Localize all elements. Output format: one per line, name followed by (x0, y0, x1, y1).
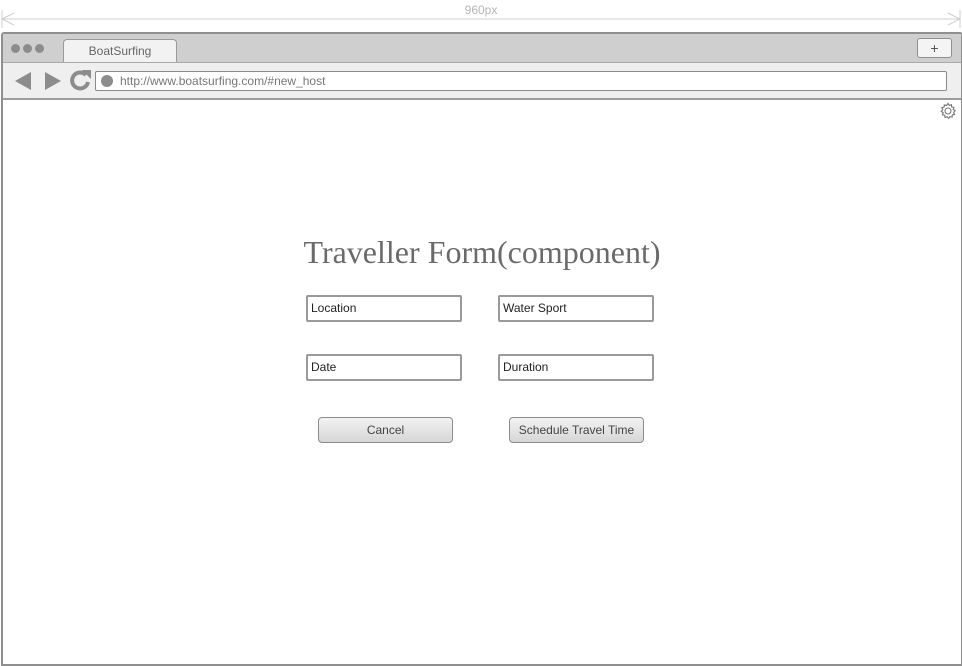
form-title: Traveller Form(component) (303, 234, 661, 270)
navigation-bar: http://www.boatsurfing.com/#new_host (3, 63, 961, 100)
browser-window: BoatSurfing + http://www.boatsurfing.com… (1, 32, 962, 666)
reload-icon[interactable] (69, 69, 93, 93)
window-minimize-dot[interactable] (23, 44, 32, 53)
schedule-travel-time-button[interactable]: Schedule Travel Time (509, 417, 644, 443)
forward-arrow-icon[interactable] (43, 71, 63, 91)
browser-tab[interactable]: BoatSurfing (63, 39, 177, 62)
browser-tab-title: BoatSurfing (88, 44, 152, 58)
location-field[interactable]: Location (306, 295, 462, 322)
window-maximize-dot[interactable] (35, 44, 44, 53)
window-close-dot[interactable] (11, 44, 20, 53)
back-arrow-icon[interactable] (13, 71, 33, 91)
dimension-label: 960px (464, 3, 498, 17)
date-field[interactable]: Date (306, 354, 462, 381)
gear-icon[interactable] (939, 102, 957, 120)
water-sport-field[interactable]: Water Sport (498, 295, 654, 322)
new-tab-button[interactable]: + (917, 38, 952, 58)
window-controls (11, 44, 44, 53)
url-text: http://www.boatsurfing.com/#new_host (120, 74, 326, 88)
duration-field[interactable]: Duration (498, 354, 654, 381)
site-info-icon[interactable] (101, 75, 113, 87)
address-bar[interactable]: http://www.boatsurfing.com/#new_host (95, 71, 947, 91)
width-dimension-marker: 960px (0, 0, 962, 30)
cancel-button[interactable]: Cancel (318, 417, 453, 443)
tab-bar: BoatSurfing + (3, 34, 961, 63)
